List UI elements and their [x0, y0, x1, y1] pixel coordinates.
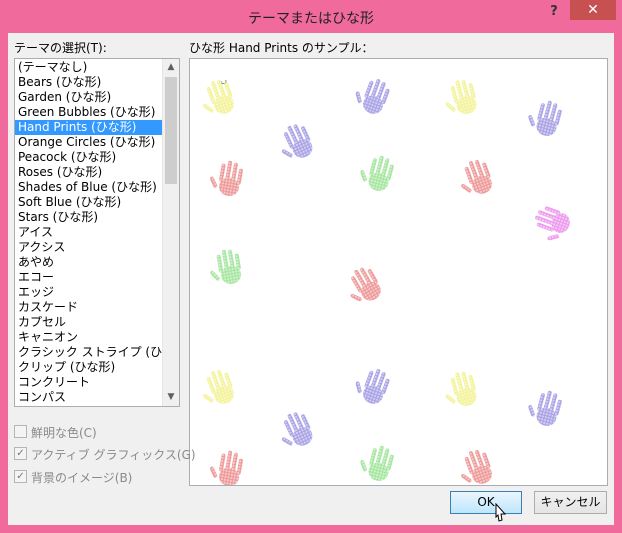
theme-list-item[interactable]: Peacock (ひな形) [15, 150, 162, 165]
hand-print-icon [523, 386, 564, 429]
vivid-colors-checkbox[interactable] [14, 425, 27, 438]
active-graphics-label: アクティブ グラフィックス(G) [31, 448, 196, 462]
theme-list-item[interactable]: Soft Blue (ひな形) [15, 195, 162, 210]
theme-list-item[interactable]: アクシス [15, 240, 162, 255]
hand-print-icon [339, 263, 386, 310]
theme-list-item[interactable]: エッジ [15, 285, 162, 300]
theme-list-items: (テーマなし) Bears (ひな形) Garden (ひな形) Green Bubb… [15, 60, 179, 405]
help-button[interactable]: ? [544, 2, 564, 22]
hand-print-icon [453, 446, 496, 485]
theme-list-item[interactable]: クリップ (ひな形) [15, 360, 162, 375]
theme-list-label: テーマの選択(T): [14, 41, 107, 55]
theme-listbox[interactable]: (テーマなし) Bears (ひな形) Garden (ひな形) Green Bubb… [14, 58, 180, 407]
background-image-checkbox[interactable]: ✓ [14, 470, 27, 483]
hand-print-icon [523, 96, 564, 139]
hand-print-icon [206, 157, 245, 198]
mouse-pointer-icon [495, 503, 507, 522]
scroll-up-arrow-icon[interactable]: ▲ [163, 59, 179, 76]
close-button[interactable]: ✕ [570, 0, 616, 20]
hand-print-icon [528, 203, 573, 246]
ok-button[interactable]: OK [450, 491, 522, 514]
theme-list-item[interactable]: コンクリート [15, 375, 162, 390]
dialog-title: テーマまたはひな形 [248, 11, 374, 27]
hand-print-icon [206, 447, 245, 485]
theme-list-item[interactable]: あやめ [15, 255, 162, 270]
title-bar[interactable]: テーマまたはひな形 ? ✕ [0, 0, 622, 33]
dialog-content: テーマの選択(T): (テーマなし) Bears (ひな形) Garden (ひな形… [8, 33, 614, 525]
hand-print-icon [439, 76, 480, 119]
theme-list-item[interactable]: カスケード [15, 300, 162, 315]
theme-list-item[interactable]: (テーマなし) [15, 60, 162, 75]
hand-print-icon [272, 120, 317, 166]
cancel-button[interactable]: キャンセル [534, 491, 607, 514]
hand-print-icon [272, 408, 317, 454]
scroll-thumb[interactable] [165, 77, 177, 184]
hand-print-icon [195, 366, 238, 411]
hand-print-icon [350, 72, 393, 117]
theme-list-item[interactable]: Green Bubbles (ひな形) [15, 105, 162, 120]
hand-print-icon [350, 362, 393, 407]
theme-list-item[interactable]: Shades of Blue (ひな形) [15, 180, 162, 195]
vivid-colors-label: 鮮明な色(C) [31, 426, 97, 440]
hand-print-icon [355, 151, 396, 194]
dialog-window: テーマまたはひな形 ? ✕ テーマの選択(T): (テーマなし) Bears (ひ… [0, 0, 622, 533]
theme-list-item[interactable]: Garden (ひな形) [15, 90, 162, 105]
theme-list-item[interactable]: カプセル [15, 315, 162, 330]
preview-label: ひな形 Hand Prints のサンプル： [189, 41, 374, 55]
theme-list-item[interactable]: Bears (ひな形) [15, 75, 162, 90]
theme-list-item[interactable]: Hand Prints (ひな形) [15, 120, 162, 135]
theme-list-item[interactable]: コンパス [15, 390, 162, 405]
hand-print-icon [355, 441, 396, 484]
theme-list-item[interactable]: アイス [15, 225, 162, 240]
theme-list-item[interactable]: キャニオン [15, 330, 162, 345]
preview-pane: ↵ [189, 58, 608, 486]
list-scrollbar[interactable]: ▲ ▼ [162, 59, 179, 406]
theme-list-item[interactable]: Stars (ひな形) [15, 210, 162, 225]
theme-list-item[interactable]: エコー [15, 270, 162, 285]
hand-print-icon [439, 368, 480, 411]
theme-list-item[interactable]: Roses (ひな形) [15, 165, 162, 180]
background-image-label: 背景のイメージ(B) [31, 471, 133, 485]
hand-print-icon [206, 247, 244, 288]
active-graphics-checkbox[interactable]: ✓ [14, 447, 27, 460]
hand-print-icon [453, 156, 496, 201]
theme-list-item[interactable]: クラシック ストライプ (ひな形) [15, 345, 179, 360]
hand-print-icon [195, 76, 238, 121]
theme-list-item[interactable]: Orange Circles (ひな形) [15, 135, 162, 150]
scroll-down-arrow-icon[interactable]: ▼ [163, 389, 179, 406]
